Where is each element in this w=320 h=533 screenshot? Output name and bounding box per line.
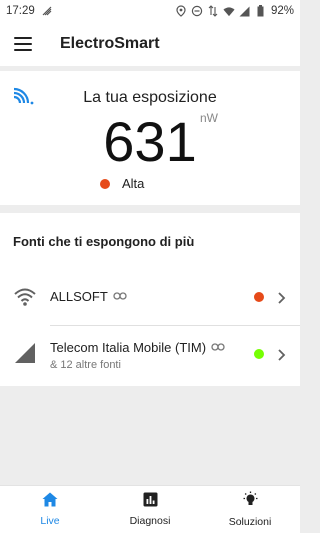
nav-live-label: Live xyxy=(40,515,60,527)
source-name: Telecom Italia Mobile (TIM) xyxy=(50,340,207,355)
exposure-title: La tua esposizione xyxy=(83,89,217,106)
source-level-dot xyxy=(254,349,264,359)
source-subtitle: & 12 altre fonti xyxy=(50,359,121,371)
nav-soluzioni-label: Soluzioni xyxy=(228,516,272,528)
sources-card: Fonti che ti espongono di più ALLSOFT Te… xyxy=(0,213,300,386)
battery-icon xyxy=(255,5,267,17)
menu-icon[interactable] xyxy=(14,37,32,51)
status-bar: 17:29 92% xyxy=(0,0,300,22)
divider xyxy=(50,325,300,326)
nav-diagnosi-label: Diagnosi xyxy=(129,515,171,527)
do-not-disturb-icon xyxy=(191,5,203,17)
source-item-tim[interactable]: Telecom Italia Mobile (TIM) & 12 altre f… xyxy=(0,327,300,383)
nav-soluzioni[interactable]: Soluzioni xyxy=(200,486,300,533)
data-arrows-icon xyxy=(207,5,219,17)
cellular-icon xyxy=(13,341,37,365)
location-icon xyxy=(175,5,187,17)
source-name: ALLSOFT xyxy=(50,289,108,304)
wifi-icon xyxy=(13,285,37,309)
status-time: 17:29 xyxy=(6,5,35,17)
exposure-level: Alta xyxy=(100,176,144,191)
exposure-level-dot xyxy=(100,178,110,189)
exposure-value: 631 xyxy=(103,110,197,173)
source-item-allsoft[interactable]: ALLSOFT xyxy=(0,269,300,325)
app-bar: ElectroSmart xyxy=(0,22,300,66)
app-title: ElectroSmart xyxy=(60,35,160,52)
exposure-card[interactable]: La tua esposizione 631 nW Alta xyxy=(0,71,300,205)
bottom-navigation: Live Diagnosi Soluzioni xyxy=(0,485,300,533)
nav-diagnosi[interactable]: Diagnosi xyxy=(100,486,200,533)
exposure-level-label: Alta xyxy=(122,176,145,191)
link-icon xyxy=(113,289,127,304)
nav-live[interactable]: Live xyxy=(0,486,100,533)
link-icon xyxy=(211,340,225,355)
chevron-right-icon xyxy=(276,291,286,304)
home-icon xyxy=(42,492,58,512)
bulb-icon xyxy=(242,491,259,513)
exposure-unit: nW xyxy=(200,111,218,125)
signal-waves-icon xyxy=(41,5,53,17)
source-level-dot xyxy=(254,292,264,302)
chevron-right-icon xyxy=(276,348,286,361)
sources-title: Fonti che ti espongono di più xyxy=(13,234,195,249)
wifi-status-icon xyxy=(223,5,235,17)
chart-icon xyxy=(143,492,158,512)
battery-percentage: 92% xyxy=(270,5,294,17)
cell-signal-icon xyxy=(239,5,251,17)
